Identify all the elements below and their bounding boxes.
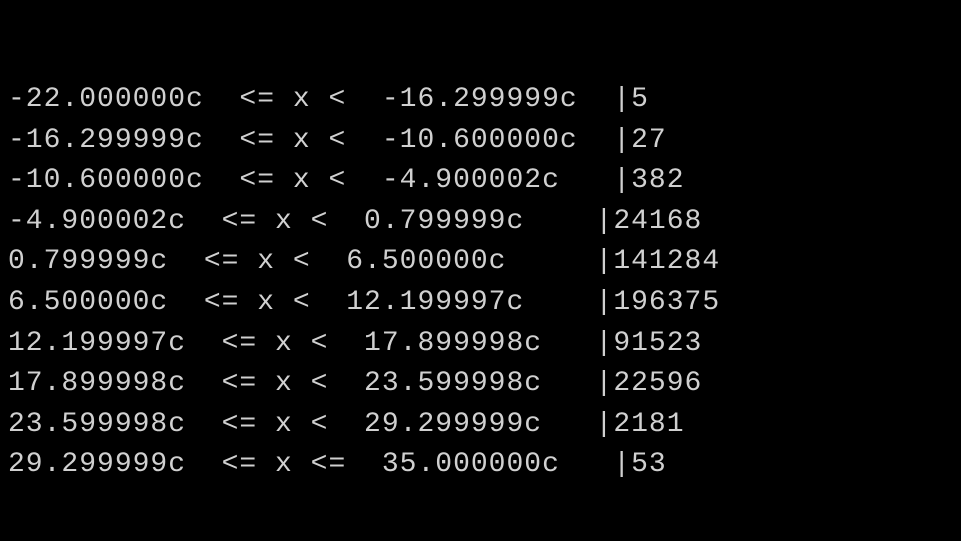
count-value: 5 bbox=[631, 80, 649, 121]
histogram-row: -16.299999c <= x < -10.600000c |27 bbox=[8, 121, 953, 162]
histogram-row: 12.199997c <= x < 17.899998c |91523 bbox=[8, 324, 953, 365]
histogram-row: -22.000000c <= x < -16.299999c |5 bbox=[8, 80, 953, 121]
separator: | bbox=[596, 202, 614, 243]
separator: | bbox=[613, 121, 631, 162]
count-value: 141284 bbox=[613, 242, 720, 283]
separator: | bbox=[596, 242, 614, 283]
count-value: 91523 bbox=[613, 324, 702, 365]
range-text: 6.500000c <= x < 12.199997c bbox=[8, 283, 596, 324]
histogram-row: 17.899998c <= x < 23.599998c |22596 bbox=[8, 364, 953, 405]
separator: | bbox=[596, 405, 614, 446]
histogram-row: -10.600000c <= x < -4.900002c |382 bbox=[8, 161, 953, 202]
separator: | bbox=[596, 283, 614, 324]
range-text: 17.899998c <= x < 23.599998c bbox=[8, 364, 596, 405]
histogram-row: 23.599998c <= x < 29.299999c |2181 bbox=[8, 405, 953, 446]
histogram-row: 29.299999c <= x <= 35.000000c |53 bbox=[8, 445, 953, 486]
count-value: 24168 bbox=[613, 202, 702, 243]
separator: | bbox=[596, 364, 614, 405]
count-value: 382 bbox=[631, 161, 684, 202]
separator: | bbox=[613, 445, 631, 486]
count-value: 196375 bbox=[613, 283, 720, 324]
range-text: -4.900002c <= x < 0.799999c bbox=[8, 202, 596, 243]
range-text: 0.799999c <= x < 6.500000c bbox=[8, 242, 596, 283]
range-text: -10.600000c <= x < -4.900002c bbox=[8, 161, 613, 202]
separator: | bbox=[613, 80, 631, 121]
range-text: -22.000000c <= x < -16.299999c bbox=[8, 80, 613, 121]
range-text: 29.299999c <= x <= 35.000000c bbox=[8, 445, 613, 486]
count-value: 22596 bbox=[613, 364, 702, 405]
separator: | bbox=[596, 324, 614, 365]
histogram-row: -4.900002c <= x < 0.799999c |24168 bbox=[8, 202, 953, 243]
histogram-row: 0.799999c <= x < 6.500000c |141284 bbox=[8, 242, 953, 283]
range-text: -16.299999c <= x < -10.600000c bbox=[8, 121, 613, 162]
histogram-row: 6.500000c <= x < 12.199997c |196375 bbox=[8, 283, 953, 324]
separator: | bbox=[613, 161, 631, 202]
count-value: 27 bbox=[631, 121, 667, 162]
range-text: 12.199997c <= x < 17.899998c bbox=[8, 324, 596, 365]
range-text: 23.599998c <= x < 29.299999c bbox=[8, 405, 596, 446]
count-value: 2181 bbox=[613, 405, 684, 446]
terminal-output: -22.000000c <= x < -16.299999c |5-16.299… bbox=[8, 80, 953, 486]
count-value: 53 bbox=[631, 445, 667, 486]
